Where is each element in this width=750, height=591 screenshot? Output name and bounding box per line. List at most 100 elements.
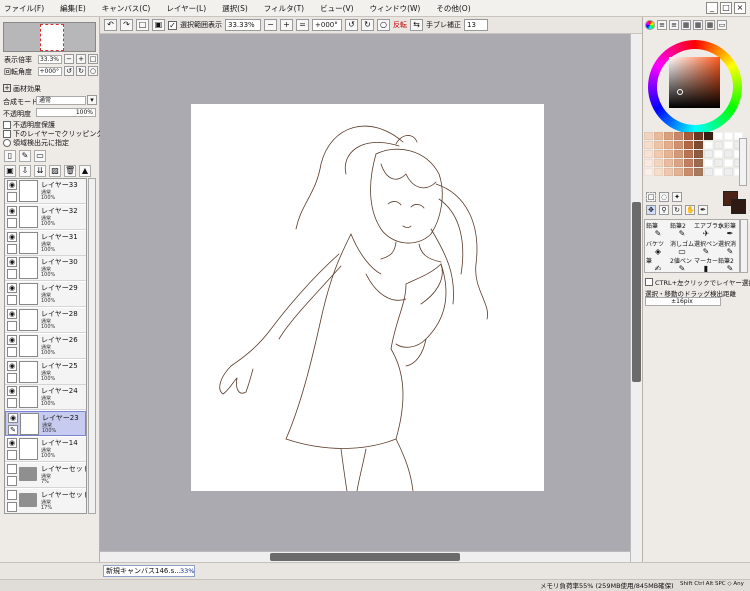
color-swatch[interactable] bbox=[654, 132, 663, 140]
lock-icon[interactable] bbox=[7, 346, 17, 357]
layer-list-scrollbar[interactable] bbox=[88, 178, 96, 514]
nav-rotate-right-button[interactable]: ↻ bbox=[76, 66, 86, 76]
move-icon[interactable]: ✥ bbox=[646, 205, 656, 215]
maximize-button[interactable]: □ bbox=[720, 2, 732, 14]
color-swatch[interactable] bbox=[644, 159, 653, 167]
eye-icon[interactable]: ◉ bbox=[7, 180, 17, 190]
layer-row[interactable]: ◉ レイヤー32 通常 100% bbox=[5, 204, 86, 230]
color-swatch[interactable] bbox=[704, 141, 713, 149]
lock-icon[interactable] bbox=[7, 295, 17, 306]
eyedropper-icon[interactable]: ✒ bbox=[698, 205, 708, 215]
new-linework-layer-icon[interactable]: ✎ bbox=[19, 150, 31, 162]
rect-select-icon[interactable]: □ bbox=[646, 192, 656, 202]
layer-row[interactable]: ◉ レイヤー31 通常 100% bbox=[5, 230, 86, 256]
color-swatch[interactable] bbox=[684, 150, 693, 158]
canvas-paper[interactable] bbox=[191, 104, 544, 492]
rotate-left-button[interactable]: ↺ bbox=[345, 19, 358, 31]
vertical-scroll-thumb[interactable] bbox=[632, 202, 641, 382]
color-swatch[interactable] bbox=[694, 141, 703, 149]
horizontal-scroll-thumb[interactable] bbox=[270, 553, 460, 561]
layer-options-icon[interactable]: ▣ bbox=[4, 165, 16, 177]
brush-tool-button[interactable]: 消しゴム ▭ bbox=[670, 239, 694, 256]
color-swatch[interactable] bbox=[724, 141, 733, 149]
color-swatch[interactable] bbox=[674, 141, 683, 149]
eye-icon[interactable]: ◉ bbox=[7, 360, 17, 371]
brush-tool-button[interactable]: マーカー ▮ bbox=[694, 256, 718, 273]
color-swatch[interactable] bbox=[684, 132, 693, 140]
hsv-slider-tab-icon[interactable]: ≡ bbox=[669, 20, 679, 30]
ctrl-select-checkbox[interactable] bbox=[645, 278, 653, 286]
layer-row[interactable]: ◉ レイヤー28 通常 100% bbox=[5, 308, 86, 333]
layer-folder-row[interactable]: レイヤーセット1通常17% bbox=[5, 488, 86, 513]
rotate-right-button[interactable]: ↻ bbox=[361, 19, 374, 31]
color-swatch[interactable] bbox=[714, 141, 723, 149]
menu-item[interactable]: その他(O) bbox=[436, 3, 470, 14]
lock-icon[interactable] bbox=[7, 217, 17, 228]
color-swatch[interactable] bbox=[694, 159, 703, 167]
layer-row[interactable]: ◉ レイヤー25 通常 100% bbox=[5, 359, 86, 385]
lock-icon[interactable] bbox=[7, 398, 17, 409]
transfer-down-icon[interactable]: ⇩ bbox=[19, 165, 31, 177]
rotate-reset-button[interactable]: ○ bbox=[377, 19, 390, 31]
zoom-reset-button[interactable]: = bbox=[296, 19, 309, 31]
flip-button[interactable]: 反転 bbox=[393, 20, 407, 30]
brush-tool-button[interactable]: エアブラシ ✈ bbox=[694, 221, 724, 238]
nav-angle-field[interactable]: +000° bbox=[38, 67, 62, 76]
merge-down-icon[interactable]: ⇊ bbox=[34, 165, 46, 177]
layer-row[interactable]: ◉ レイヤー14 通常 100% bbox=[5, 437, 86, 462]
nav-zoom-fit-button[interactable]: □ bbox=[88, 54, 98, 64]
close-button[interactable]: × bbox=[734, 2, 746, 14]
color-swatch[interactable] bbox=[644, 141, 653, 149]
lock-icon[interactable] bbox=[7, 501, 17, 512]
layer-folder-row[interactable]: レイヤーセット2通常7% bbox=[5, 462, 86, 488]
zoom-field[interactable]: 33.33% bbox=[225, 19, 261, 31]
pen-icon[interactable]: ✎ bbox=[8, 425, 18, 436]
lock-icon[interactable] bbox=[7, 243, 17, 254]
nav-zoom-in-button[interactable]: + bbox=[76, 54, 86, 64]
color-swatch[interactable] bbox=[654, 141, 663, 149]
color-swatch[interactable] bbox=[724, 132, 733, 140]
angle-field[interactable]: +000° bbox=[312, 19, 342, 31]
layer-row[interactable]: ◉ ✎ レイヤー23 通常 100% bbox=[5, 411, 86, 437]
color-swatch[interactable] bbox=[724, 168, 733, 176]
saturation-value-box[interactable] bbox=[669, 57, 720, 108]
color-swatch[interactable] bbox=[704, 150, 713, 158]
menu-item[interactable]: 選択(S) bbox=[222, 3, 248, 14]
swatch-scrollbar[interactable] bbox=[739, 138, 747, 186]
lock-icon[interactable] bbox=[7, 192, 17, 202]
color-swatch[interactable] bbox=[664, 159, 673, 167]
brush-tool-button[interactable]: 2値ペン ✎ bbox=[670, 256, 694, 273]
minimize-button[interactable]: _ bbox=[706, 2, 718, 14]
color-swatch[interactable] bbox=[664, 150, 673, 158]
color-swatch[interactable] bbox=[714, 168, 723, 176]
brush-tool-button[interactable]: 鉛筆2 ✎ bbox=[718, 256, 742, 273]
lasso-icon[interactable]: ◌ bbox=[659, 192, 669, 202]
lock-icon[interactable] bbox=[7, 372, 17, 383]
hand-icon[interactable]: ✋ bbox=[685, 205, 695, 215]
zoom-icon[interactable]: ⚲ bbox=[659, 205, 669, 215]
color-swatch[interactable] bbox=[704, 159, 713, 167]
layer-row[interactable]: ◉ レイヤー33 通常 100% bbox=[5, 179, 86, 204]
rotate-icon[interactable]: ↻ bbox=[672, 205, 682, 215]
swatch-tab-icon[interactable]: ▦ bbox=[693, 20, 703, 30]
color-swatch[interactable] bbox=[684, 168, 693, 176]
color-swatch[interactable] bbox=[644, 150, 653, 158]
lock-icon[interactable] bbox=[7, 450, 17, 460]
menu-item[interactable]: レイヤー(L) bbox=[166, 3, 206, 14]
nav-zoom-field[interactable]: 33.3% bbox=[38, 55, 62, 64]
redo-button[interactable]: ↷ bbox=[120, 19, 133, 31]
color-swatch[interactable] bbox=[644, 132, 653, 140]
eye-icon[interactable]: ◉ bbox=[7, 334, 17, 345]
menu-item[interactable]: キャンバス(C) bbox=[102, 3, 151, 14]
new-folder-icon[interactable]: ▭ bbox=[34, 150, 46, 162]
menu-item[interactable]: ウィンドウ(W) bbox=[370, 3, 421, 14]
menu-item[interactable]: ファイル(F) bbox=[4, 3, 44, 14]
zoom-out-button[interactable]: − bbox=[264, 19, 277, 31]
zoom-in-button[interactable]: + bbox=[280, 19, 293, 31]
menu-item[interactable]: 編集(E) bbox=[60, 3, 86, 14]
canvas-horizontal-scrollbar[interactable] bbox=[100, 551, 630, 562]
color-swatch[interactable] bbox=[714, 159, 723, 167]
delete-layer-icon[interactable]: 🗑 bbox=[64, 165, 76, 177]
rgb-slider-tab-icon[interactable]: ≡ bbox=[657, 20, 667, 30]
scratch-pad-tab-icon[interactable]: ▭ bbox=[717, 20, 727, 30]
